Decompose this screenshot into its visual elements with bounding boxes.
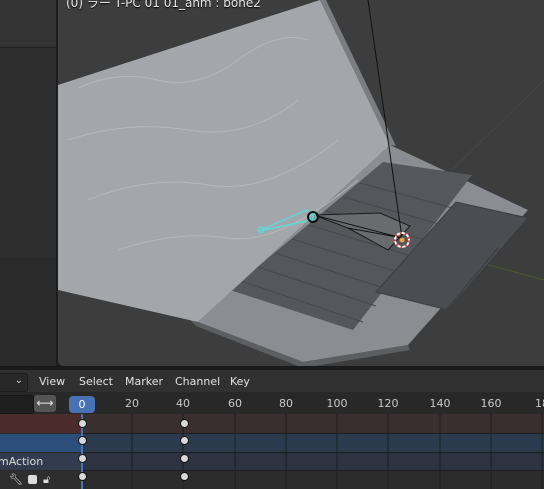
keyframe[interactable]: [78, 454, 87, 463]
chevron-down-icon: ⌄: [14, 375, 23, 386]
keyframe[interactable]: [78, 419, 87, 428]
outliner-panel: [0, 0, 56, 366]
scene-render: [58, 0, 544, 366]
frame-tick: 18: [535, 397, 544, 410]
menu-view[interactable]: View: [39, 374, 65, 389]
outliner-header: [0, 0, 56, 47]
menu-marker[interactable]: Marker: [125, 374, 163, 389]
menu-channel[interactable]: Channel: [175, 374, 220, 389]
swap-button[interactable]: ⟷: [34, 395, 56, 412]
menu-select[interactable]: Select: [79, 374, 113, 389]
current-frame-indicator[interactable]: 0: [69, 396, 95, 413]
menu-key[interactable]: Key: [230, 374, 250, 389]
frame-tick: 20: [125, 397, 139, 410]
frame-tick: 140: [429, 397, 451, 410]
frame-tick: 40: [176, 397, 190, 410]
panel-divider: [0, 47, 56, 48]
frame-tick: 80: [279, 397, 293, 410]
3d-viewport[interactable]: (0) ラー T-PC 01 01_anm : bone2: [58, 0, 544, 366]
keyframe[interactable]: [78, 436, 87, 445]
frame-tick: 100: [326, 397, 348, 410]
object-origin-icon: [399, 237, 405, 243]
editor-mode-dropdown[interactable]: ⌄: [0, 373, 28, 392]
frame-tick: 160: [480, 397, 502, 410]
frame-tick: 60: [228, 397, 242, 410]
properties-panel: [0, 258, 56, 366]
keyframe[interactable]: [78, 472, 87, 481]
viewport-title: (0) ラー T-PC 01 01_anm : bone2: [66, 0, 261, 10]
channel-search-input[interactable]: [0, 395, 34, 414]
frame-tick: 120: [377, 397, 399, 410]
